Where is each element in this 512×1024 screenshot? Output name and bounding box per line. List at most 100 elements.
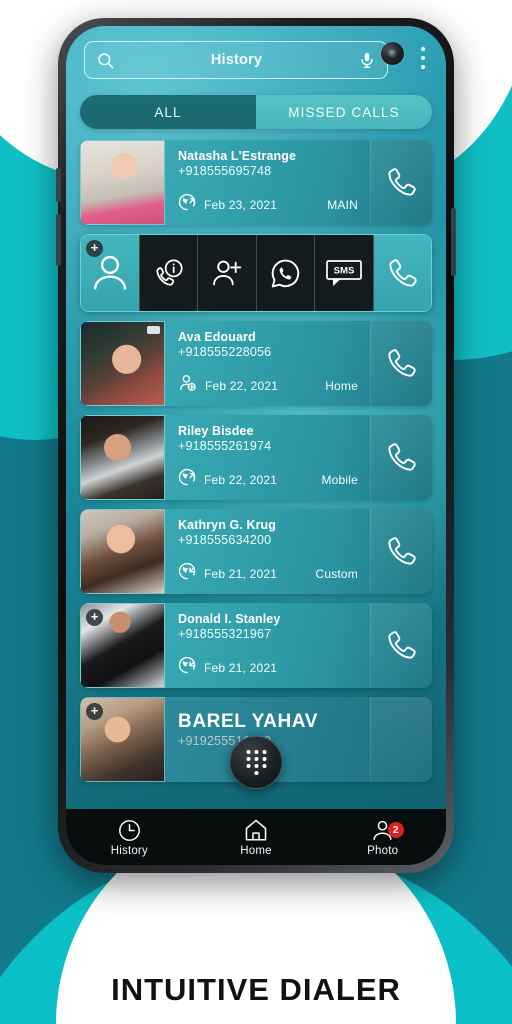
contact-number: +918555321967: [178, 627, 272, 641]
avatar[interactable]: [80, 140, 165, 225]
phone-button-power: [451, 208, 456, 276]
call-history-list[interactable]: Natasha L'Estrange +918555695748 Feb 23,: [66, 129, 446, 809]
add-contact-badge[interactable]: +: [86, 240, 103, 257]
home-icon: [245, 819, 267, 841]
row-bottom-line: Feb 21, 2021: [178, 656, 358, 680]
contact-number: +918555634200: [178, 533, 272, 547]
contact-name: Kathryn G. Krug: [178, 518, 277, 532]
call-button[interactable]: [370, 321, 432, 406]
svg-text:SMS: SMS: [333, 266, 354, 277]
search-input[interactable]: History: [84, 41, 388, 79]
nav-item-home[interactable]: Home: [193, 817, 320, 857]
phone-button-mute: [56, 168, 61, 202]
tab-all[interactable]: ALL: [80, 95, 256, 129]
call-label: Mobile: [321, 473, 358, 487]
call-button[interactable]: [370, 140, 432, 225]
table-row[interactable]: + Donald I. Stanley +918555321967 Feb 21…: [80, 603, 432, 688]
contact-action-bar[interactable]: + SMS: [80, 234, 432, 312]
phone-icon: [388, 537, 416, 565]
call-label: MAIN: [327, 198, 358, 212]
person-icon: [93, 255, 126, 290]
contact-name: BAREL YAHAV: [178, 711, 318, 732]
nav-item-photo-label: Photo: [367, 844, 399, 857]
call-label: Custom: [315, 567, 358, 581]
table-row[interactable]: Natasha L'Estrange +918555695748 Feb 23,: [80, 140, 432, 225]
call-date: Feb 22, 2021: [204, 473, 278, 487]
phone-button-volume: [56, 214, 61, 266]
dialpad-icon: [246, 750, 267, 775]
phone-screen-frame: History ALL MISSED CALLS Natasha L'Estra…: [66, 26, 446, 865]
filter-tabs: ALL MISSED CALLS: [80, 95, 432, 129]
avatar[interactable]: [80, 509, 165, 594]
microphone-icon[interactable]: [358, 51, 376, 70]
avatar[interactable]: [80, 321, 165, 406]
status-badge: 2: [387, 821, 404, 838]
add-person-icon: [212, 260, 242, 286]
search-title: History: [210, 52, 263, 68]
row-meta: Riley Bisdee +918555261974 Feb 22, 2021: [165, 415, 370, 500]
action-contact-avatar[interactable]: +: [81, 235, 140, 311]
contact-number: +918555695748: [178, 164, 272, 178]
action-whatsapp[interactable]: [256, 235, 315, 311]
row-bottom-line: Feb 22, 2021 Home: [178, 373, 358, 398]
nav-item-photo[interactable]: 2 Photo: [319, 818, 446, 857]
avatar-photo: [81, 416, 164, 499]
call-date: Feb 21, 2021: [204, 567, 278, 581]
contact-number: +918555228056: [178, 345, 272, 359]
row-bottom-line: Feb 22, 2021 Mobile: [178, 468, 358, 492]
phone-icon: [388, 443, 416, 471]
avatar-photo: [81, 510, 164, 593]
row-meta: Kathryn G. Krug +918555634200 Feb 21, 20: [165, 509, 370, 594]
table-row[interactable]: Kathryn G. Krug +918555634200 Feb 21, 20: [80, 509, 432, 594]
call-label: Home: [325, 378, 358, 393]
contact-name: Donald I. Stanley: [178, 612, 281, 626]
nav-item-history-label: History: [110, 844, 148, 857]
add-contact-badge[interactable]: +: [86, 703, 103, 720]
app-screen: History ALL MISSED CALLS Natasha L'Estra…: [66, 26, 446, 865]
action-call[interactable]: [373, 235, 431, 311]
phone-icon: [388, 168, 416, 196]
call-button[interactable]: [370, 509, 432, 594]
call-date: Feb 23, 2021: [204, 198, 278, 212]
call-date: Feb 22, 2021: [205, 378, 279, 393]
avatar-photo: [81, 141, 164, 224]
bottom-navigation: History Home 2 Photo: [66, 809, 446, 865]
contact-name: Ava Edouard: [178, 330, 256, 344]
call-button[interactable]: [370, 697, 432, 782]
action-call-details[interactable]: [139, 235, 198, 311]
incoming-call-icon: [178, 656, 197, 680]
call-button[interactable]: [370, 415, 432, 500]
sms-icon: SMS: [325, 260, 362, 286]
tab-missed-calls-label: MISSED CALLS: [288, 104, 400, 120]
table-row[interactable]: Ava Edouard +918555228056 Feb 22, 2021 H…: [80, 321, 432, 406]
phone-icon: [388, 349, 416, 377]
nav-item-history[interactable]: History: [66, 818, 193, 857]
call-button[interactable]: [370, 603, 432, 688]
kebab-menu-icon[interactable]: [418, 44, 428, 72]
whatsapp-icon: [271, 259, 299, 287]
avatar[interactable]: +: [80, 603, 165, 688]
table-row[interactable]: Riley Bisdee +918555261974 Feb 22, 2021: [80, 415, 432, 500]
contact-name: Riley Bisdee: [178, 424, 254, 438]
outgoing-call-icon: [178, 468, 197, 492]
contact-number: +918555261974: [178, 439, 272, 453]
action-add-contact[interactable]: [198, 235, 257, 311]
row-meta: Natasha L'Estrange +918555695748 Feb 23,: [165, 140, 370, 225]
add-contact-icon: [178, 373, 198, 398]
dialpad-fab-button[interactable]: [229, 736, 283, 789]
avatar[interactable]: +: [80, 697, 165, 782]
contact-name: Natasha L'Estrange: [178, 149, 297, 163]
row-bottom-line: Feb 23, 2021 MAIN: [178, 193, 358, 217]
page-title: INTUITIVE DIALER: [111, 972, 401, 1007]
avatar[interactable]: [80, 415, 165, 500]
avatar-photo: [81, 322, 164, 405]
add-contact-badge[interactable]: +: [86, 609, 103, 626]
call-info-icon: [156, 258, 183, 286]
row-bottom-line: Feb 21, 2021 Custom: [178, 562, 358, 586]
search-icon: [96, 51, 115, 70]
tab-missed-calls[interactable]: MISSED CALLS: [256, 95, 432, 129]
action-send-sms[interactable]: SMS: [315, 235, 374, 311]
tab-all-label: ALL: [154, 104, 182, 120]
recording-badge: [147, 326, 160, 334]
row-meta: Ava Edouard +918555228056 Feb 22, 2021 H…: [165, 321, 370, 406]
